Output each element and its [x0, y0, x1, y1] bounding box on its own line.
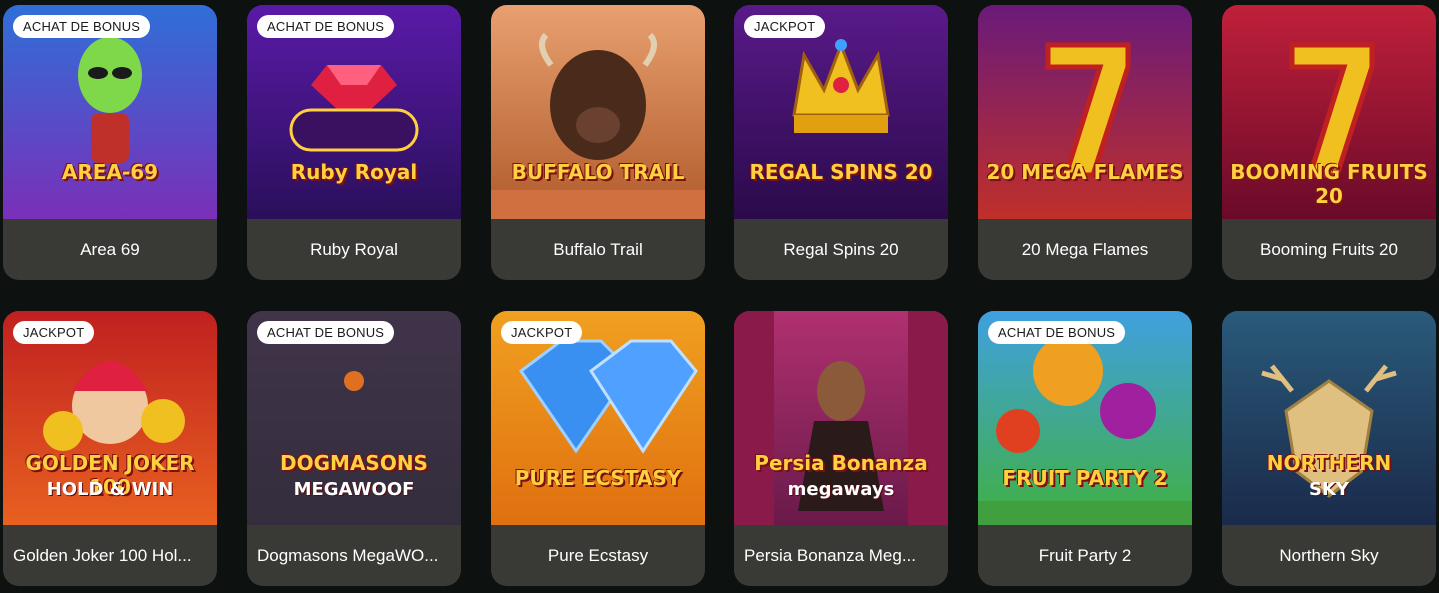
- game-card[interactable]: GOLDEN JOKER 100 HOLD & WIN JACKPOT Golden …: [3, 311, 217, 586]
- game-title[interactable]: Northern Sky: [1222, 525, 1436, 586]
- game-thumbnail[interactable]: Persia Bonanza megaways: [734, 311, 948, 525]
- game-logo-text: Ruby Royal: [290, 160, 418, 184]
- game-badge: ACHAT DE BONUS: [257, 321, 395, 344]
- game-title[interactable]: Ruby Royal: [247, 219, 461, 280]
- game-title[interactable]: Buffalo Trail: [491, 219, 705, 280]
- game-card[interactable]: Ruby Royal ACHAT DE BONUS Ruby Royal: [247, 5, 461, 280]
- game-logo-text: Persia Bonanza: [754, 451, 928, 475]
- game-logo-subtext: megaways: [787, 479, 895, 500]
- game-logo-text: DOGMASONS: [280, 451, 428, 475]
- game-logo-subtext: MEGAWOOF: [293, 479, 415, 500]
- game-badge: ACHAT DE BONUS: [13, 15, 151, 38]
- game-logo-text: BUFFALO TRAIL: [511, 160, 685, 184]
- game-logo-text: REGAL SPINS 20: [749, 160, 933, 184]
- game-badge: JACKPOT: [744, 15, 826, 38]
- game-logo-text: NORTHERN: [1266, 451, 1392, 475]
- game-title[interactable]: Fruit Party 2: [978, 525, 1192, 586]
- game-title[interactable]: Booming Fruits 20: [1222, 219, 1436, 280]
- game-title[interactable]: Regal Spins 20: [734, 219, 948, 280]
- game-badge: ACHAT DE BONUS: [257, 15, 395, 38]
- game-logo-subtext: SKY: [1309, 479, 1349, 500]
- game-logo-text: AREA-69: [61, 160, 159, 184]
- game-thumbnail[interactable]: 20 MEGA FLAMES: [978, 5, 1192, 219]
- game-title[interactable]: Area 69: [3, 219, 217, 280]
- game-badge: JACKPOT: [501, 321, 583, 344]
- game-title[interactable]: Persia Bonanza Meg...: [734, 525, 948, 586]
- game-card[interactable]: BOOMING FRUITS 20 Booming Fruits 20: [1222, 5, 1436, 280]
- game-card[interactable]: NORTHERN SKY Northern Sky: [1222, 311, 1436, 586]
- game-thumbnail[interactable]: BOOMING FRUITS 20: [1222, 5, 1436, 219]
- game-title[interactable]: Pure Ecstasy: [491, 525, 705, 586]
- game-card[interactable]: AREA-69 ACHAT DE BONUS Area 69: [3, 5, 217, 280]
- game-logo-text: 20 MEGA FLAMES: [986, 160, 1184, 184]
- game-logo-text: FRUIT PARTY 2: [1002, 466, 1168, 490]
- game-logo-text: BOOMING FRUITS 20: [1230, 160, 1428, 208]
- game-card[interactable]: FRUIT PARTY 2 ACHAT DE BONUS Fruit Party 2: [978, 311, 1192, 586]
- game-card[interactable]: DOGMASONS MEGAWOOF ACHAT DE BONUS Dogmasons…: [247, 311, 461, 586]
- game-title[interactable]: Dogmasons MegaWO...: [247, 525, 461, 586]
- game-card[interactable]: REGAL SPINS 20 JACKPOT Regal Spins 20: [734, 5, 948, 280]
- game-logo-text: PURE ECSTASY: [514, 466, 682, 490]
- game-card[interactable]: 20 MEGA FLAMES 20 Mega Flames: [978, 5, 1192, 280]
- game-badge: ACHAT DE BONUS: [988, 321, 1126, 344]
- game-card[interactable]: Persia Bonanza megaways Persia Bonanza Meg…: [734, 311, 948, 586]
- game-grid: AREA-69 ACHAT DE BONUS Area 69 Ruby Royal AC…: [0, 0, 1439, 593]
- game-logo-subtext: HOLD & WIN: [46, 479, 174, 500]
- seven-icon: [978, 5, 1192, 219]
- buffalo-icon: [491, 5, 705, 219]
- game-card[interactable]: BUFFALO TRAIL Buffalo Trail: [491, 5, 705, 280]
- game-badge: JACKPOT: [13, 321, 95, 344]
- game-thumbnail[interactable]: BUFFALO TRAIL: [491, 5, 705, 219]
- game-thumbnail[interactable]: NORTHERN SKY: [1222, 311, 1436, 525]
- game-card[interactable]: PURE ECSTASY JACKPOT Pure Ecstasy: [491, 311, 705, 586]
- game-title[interactable]: Golden Joker 100 Hol...: [3, 525, 217, 586]
- game-title[interactable]: 20 Mega Flames: [978, 219, 1192, 280]
